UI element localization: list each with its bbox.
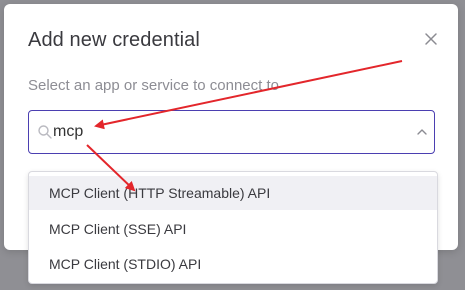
dialog-subtitle: Select an app or service to connect to xyxy=(28,77,279,94)
close-icon[interactable] xyxy=(422,30,440,48)
dialog-title: Add new credential xyxy=(28,29,200,51)
option-mcp-client-http-streamable[interactable]: MCP Client (HTTP Streamable) API xyxy=(29,176,437,210)
search-icon xyxy=(37,124,53,140)
search-input[interactable] xyxy=(53,120,393,144)
option-mcp-client-stdio[interactable]: MCP Client (STDIO) API xyxy=(29,247,437,281)
search-results-dropdown: MCP Client (HTTP Streamable) API MCP Cli… xyxy=(28,171,438,284)
option-mcp-client-sse[interactable]: MCP Client (SSE) API xyxy=(29,212,437,246)
app-search-select[interactable] xyxy=(28,110,435,154)
chevron-up-icon[interactable] xyxy=(415,125,429,139)
